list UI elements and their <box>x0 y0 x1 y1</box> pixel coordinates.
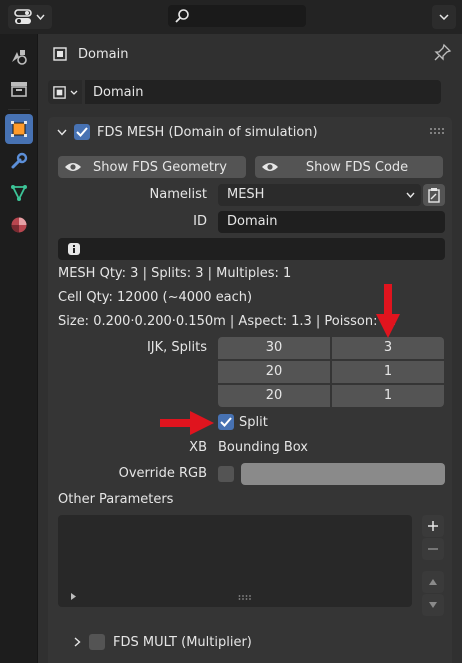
ijk-splits-label: IJK, Splits <box>146 340 207 355</box>
split-i-field[interactable]: 3 <box>332 337 444 359</box>
object-icon <box>11 121 27 137</box>
eye-icon <box>65 163 81 171</box>
object-selector: Domain <box>48 80 441 104</box>
annotation-arrow-down <box>376 284 400 338</box>
split-label: Split <box>239 414 268 430</box>
object-icon <box>53 85 66 99</box>
id-field[interactable]: Domain <box>218 211 445 233</box>
override-rgb-checkbox[interactable] <box>218 466 234 482</box>
move-up-button[interactable] <box>422 571 444 593</box>
plus-icon <box>428 521 438 531</box>
show-fds-geometry-button[interactable]: Show FDS Geometry <box>58 156 246 178</box>
tab-render[interactable] <box>5 74 33 104</box>
info-message-field <box>58 238 445 260</box>
split-j-field[interactable]: 1 <box>332 361 444 383</box>
context-title: Domain <box>78 46 129 62</box>
triangle-up-icon <box>429 579 437 585</box>
tab-tool[interactable] <box>5 42 33 72</box>
other-parameters-label: Other Parameters <box>58 492 174 507</box>
split-toggle[interactable]: Split <box>218 411 268 433</box>
object-name-field[interactable]: Domain <box>85 80 441 104</box>
show-fds-code-button[interactable]: Show FDS Code <box>255 156 443 178</box>
context-header: Domain <box>52 44 128 64</box>
minus-icon <box>428 548 438 550</box>
fds-mesh-enable-checkbox[interactable] <box>74 124 90 140</box>
search-input[interactable] <box>168 5 306 27</box>
mesh-qty-text: MESH Qty: 3 | Splits: 3 | Multiples: 1 <box>58 266 292 281</box>
xb-label: XB <box>189 440 207 455</box>
tab-object[interactable] <box>5 114 33 144</box>
chevron-down-icon <box>36 14 45 20</box>
info-icon <box>68 243 80 255</box>
id-label: ID <box>193 214 207 229</box>
object-icon <box>53 47 67 61</box>
fds-mult-enable-checkbox[interactable] <box>89 634 105 650</box>
properties-editor-icon <box>14 9 32 24</box>
chevron-down-icon <box>406 192 415 198</box>
split-checkbox[interactable] <box>218 414 234 430</box>
ijk-i-field[interactable]: 30 <box>218 337 330 359</box>
mesh-data-icon <box>11 185 27 202</box>
move-down-button[interactable] <box>422 594 444 616</box>
resize-grip-icon[interactable] <box>238 595 252 600</box>
drag-handle-icon[interactable] <box>429 127 445 135</box>
checkmark-icon <box>220 417 232 427</box>
expand-triangle-icon[interactable] <box>70 593 77 600</box>
fds-mesh-panel-header[interactable]: FDS MESH (Domain of simulation) <box>48 117 452 147</box>
override-rgb-label: Override RGB <box>118 466 207 481</box>
fds-mult-subpanel-header[interactable]: FDS MULT (Multiplier) <box>48 627 452 657</box>
chevron-right-icon <box>74 637 81 647</box>
triangle-down-icon <box>429 602 437 608</box>
namelist-dropdown[interactable]: MESH <box>218 184 421 206</box>
remove-parameter-button[interactable] <box>422 538 444 560</box>
namelist-value: MESH <box>227 187 265 202</box>
split-k-field[interactable]: 1 <box>332 385 444 407</box>
tab-material[interactable] <box>5 210 33 240</box>
chevron-down-icon <box>70 90 78 95</box>
xb-value[interactable]: Bounding Box <box>218 437 418 459</box>
tool-icon <box>12 50 27 65</box>
pin-icon <box>434 43 452 61</box>
rgb-color-swatch[interactable] <box>241 463 445 485</box>
eye-icon <box>262 163 278 171</box>
checkmark-icon <box>76 127 88 137</box>
ijk-j-field[interactable]: 20 <box>218 361 330 383</box>
pin-button[interactable] <box>434 43 452 65</box>
ijk-k-field[interactable]: 20 <box>218 385 330 407</box>
material-icon <box>11 217 27 233</box>
clipboard-icon <box>428 188 440 203</box>
show-fds-geometry-label: Show FDS Geometry <box>93 159 227 175</box>
options-dropdown-button[interactable] <box>432 5 456 29</box>
namelist-label: Namelist <box>149 187 207 202</box>
ijk-splits-grid: 30 3 20 1 20 1 <box>218 337 445 407</box>
paste-button[interactable] <box>423 184 445 206</box>
chevron-down-icon <box>57 129 67 136</box>
editor-type-button[interactable] <box>8 5 52 29</box>
fds-mult-subpanel-title: FDS MULT (Multiplier) <box>113 634 252 650</box>
wrench-icon <box>11 152 28 169</box>
tab-modifiers[interactable] <box>5 146 33 176</box>
archive-icon <box>11 82 27 97</box>
chevron-down-icon <box>439 14 449 20</box>
object-type-dropdown[interactable] <box>48 80 82 104</box>
tab-data[interactable] <box>5 178 33 208</box>
top-bar <box>0 0 462 34</box>
tab-separator <box>8 109 30 110</box>
show-fds-code-label: Show FDS Code <box>305 159 409 175</box>
properties-tabs <box>0 34 38 663</box>
properties-panel: Domain Domain FDS MESH (Domain of simula… <box>38 34 462 663</box>
fds-mesh-panel-title: FDS MESH (Domain of simulation) <box>97 124 318 140</box>
fds-mesh-panel: FDS MESH (Domain of simulation) Show FDS… <box>48 117 452 663</box>
search-icon <box>175 9 189 23</box>
other-parameters-list[interactable] <box>58 515 412 607</box>
annotation-arrow-right <box>160 411 214 435</box>
add-parameter-button[interactable] <box>422 515 444 537</box>
